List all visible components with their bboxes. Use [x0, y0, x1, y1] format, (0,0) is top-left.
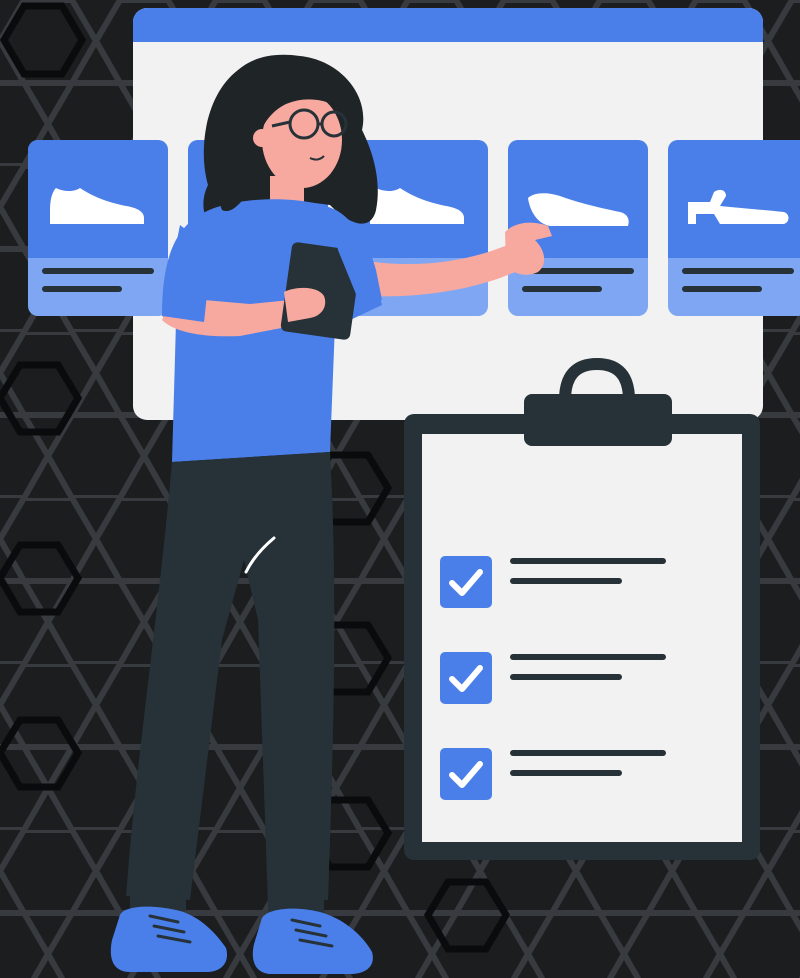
- browser-title-bar: [133, 8, 763, 42]
- checkbox[interactable]: [440, 652, 492, 704]
- product-card[interactable]: [28, 140, 168, 316]
- checklist-line-secondary: [510, 770, 622, 776]
- checkbox[interactable]: [440, 556, 492, 608]
- product-card[interactable]: [668, 140, 800, 316]
- ear: [253, 129, 271, 147]
- illustration: [0, 0, 800, 978]
- product-card-price-line: [522, 286, 602, 292]
- product-card-title-line: [42, 268, 154, 274]
- product-card-title-line: [682, 268, 794, 274]
- product-card-price-line: [682, 286, 762, 292]
- checklist-line-secondary: [510, 674, 622, 680]
- checklist-line-primary: [510, 750, 666, 756]
- checklist-line-primary: [510, 558, 666, 564]
- product-card-price-line: [42, 286, 122, 292]
- checklist-line-secondary: [510, 578, 622, 584]
- clipboard-clip: [524, 394, 672, 446]
- product-card-image: [668, 140, 800, 258]
- checklist-line-primary: [510, 654, 666, 660]
- checkbox[interactable]: [440, 748, 492, 800]
